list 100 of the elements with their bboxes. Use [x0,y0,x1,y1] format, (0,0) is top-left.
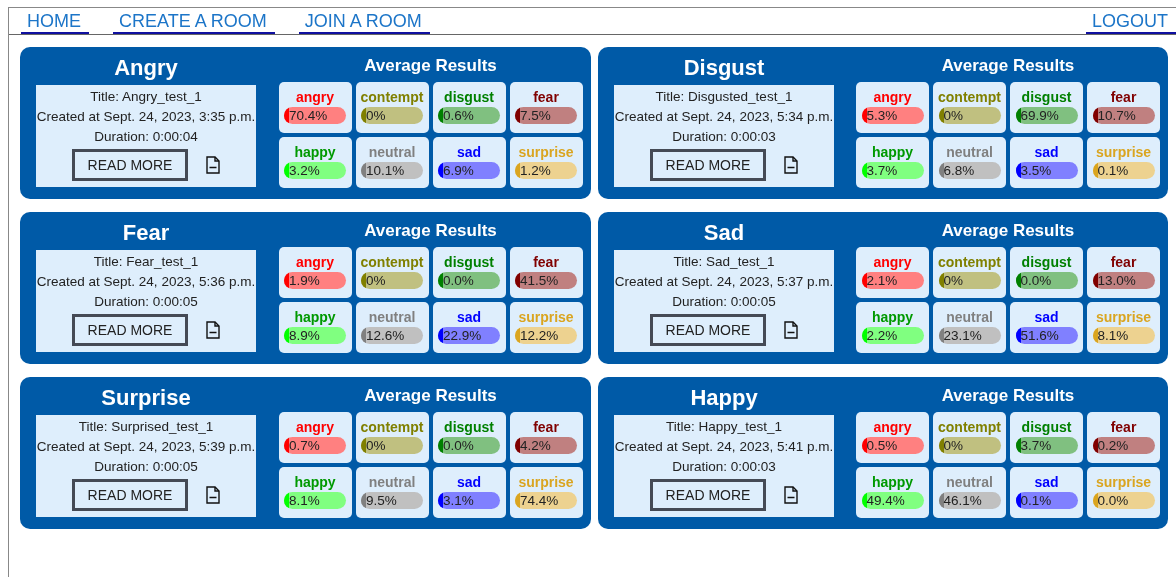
nav-link[interactable]: JOIN A ROOM [298,10,430,34]
emotion-label: neutral [368,309,416,325]
percentage-pill: 3.1% [438,492,500,509]
document-icon[interactable] [206,156,221,174]
percentage-pill: 0% [361,437,423,454]
emotion-label: disgust [1021,89,1072,105]
percentage-pill: 13.0% [1092,272,1155,289]
percentage-pill: 7.5% [515,107,577,124]
nav-link[interactable]: HOME [21,10,89,34]
results-heading: Average Results [364,386,497,406]
percentage-pill: 8.1% [284,492,346,509]
percentage-pill: 23.1% [938,327,1001,344]
emotion-label: happy [871,474,914,490]
emotion-label: angry [873,254,912,270]
emotion-label: surprise [518,474,574,490]
percentage-pill: 0% [938,437,1001,454]
percentage-pill: 1.2% [515,162,577,179]
read-more-button[interactable]: READ MORE [71,314,189,346]
percentage-pill: 3.2% [284,162,346,179]
created-date: Created at Sept. 24, 2023, 5:39 p.m. [36,439,256,454]
percentage-pill: 74.4% [515,492,577,509]
document-icon[interactable] [784,321,799,339]
percentage-pill: 0% [361,272,423,289]
read-more-button[interactable]: READ MORE [71,479,189,511]
duration: Duration: 0:00:03 [672,459,776,474]
emotion-label: sad [1034,309,1059,325]
emotion-title: Angry [114,55,178,81]
results-heading: Average Results [364,221,497,241]
percentage-pill: 0.1% [1015,492,1078,509]
percentage-pill: 22.9% [438,327,500,344]
percentage-pill: 0.0% [1015,272,1078,289]
percentage-pill: 0.1% [1092,162,1155,179]
emotion-label: fear [533,254,559,270]
document-icon[interactable] [206,321,221,339]
read-more-button[interactable]: READ MORE [71,149,189,181]
emotion-label: disgust [444,89,494,105]
emotion-label: sad [1034,144,1059,160]
percentage-pill: 4.2% [515,437,577,454]
emotion-title: Disgust [683,55,765,81]
percentage-pill: 2.2% [861,327,924,344]
emotion-label: happy [294,474,336,490]
emotion-label: happy [294,309,336,325]
nav-link[interactable]: CREATE A ROOM [113,10,275,34]
read-more-button[interactable]: READ MORE [649,479,767,511]
percentage-pill: 51.6% [1015,327,1078,344]
percentage-pill: 41.5% [515,272,577,289]
emotion-label: disgust [444,254,494,270]
emotion-label: contempt [938,89,1001,105]
percentage-pill: 0.5% [861,437,924,454]
emotion-label: fear [1110,419,1137,435]
percentage-pill: 0.2% [1092,437,1155,454]
emotion-label: neutral [946,474,993,490]
test-title: Title: Angry_test_1 [90,89,202,104]
percentage-pill: 3.7% [1015,437,1078,454]
emotion-label: surprise [518,309,574,325]
test-title: Title: Disgusted_test_1 [655,89,793,104]
percentage-pill: 10.7% [1092,107,1155,124]
emotion-label: neutral [946,144,993,160]
percentage-pill: 0% [938,272,1001,289]
read-more-button[interactable]: READ MORE [649,314,767,346]
duration: Duration: 0:00:03 [672,129,776,144]
percentage-pill: 0% [938,107,1001,124]
emotion-label: surprise [518,144,574,160]
duration: Duration: 0:00:05 [94,459,198,474]
emotion-label: surprise [1095,144,1152,160]
emotion-title: Fear [122,220,170,246]
document-icon[interactable] [206,486,221,504]
emotion-label: happy [294,144,336,160]
percentage-pill: 10.1% [361,162,423,179]
emotion-label: neutral [946,309,993,325]
results-heading: Average Results [364,56,497,76]
read-more-button[interactable]: READ MORE [649,149,767,181]
percentage-pill: 0.7% [284,437,346,454]
emotion-label: angry [295,89,335,105]
emotion-label: surprise [1095,474,1152,490]
emotion-label: fear [533,419,559,435]
created-date: Created at Sept. 24, 2023, 5:37 p.m. [614,274,834,289]
percentage-pill: 0.6% [438,107,500,124]
document-icon[interactable] [784,486,799,504]
percentage-pill: 70.4% [284,107,346,124]
test-title: Title: Happy_test_1 [666,419,782,434]
emotion-title: Happy [690,385,758,411]
emotion-label: contempt [938,419,1001,435]
emotion-label: angry [873,89,912,105]
percentage-pill: 3.5% [1015,162,1078,179]
document-icon[interactable] [784,156,799,174]
logout-link[interactable]: LOGOUT [1086,10,1176,34]
percentage-pill: 6.9% [438,162,500,179]
percentage-pill: 6.8% [938,162,1001,179]
emotion-label: happy [871,144,914,160]
percentage-pill: 46.1% [938,492,1001,509]
emotion-label: angry [295,419,335,435]
emotion-label: disgust [444,419,494,435]
percentage-pill: 8.9% [284,327,346,344]
emotion-label: contempt [360,419,424,435]
emotion-label: surprise [1095,309,1152,325]
emotion-label: sad [456,144,482,160]
duration: Duration: 0:00:05 [94,294,198,309]
percentage-pill: 0.0% [438,437,500,454]
percentage-pill: 5.3% [861,107,924,124]
